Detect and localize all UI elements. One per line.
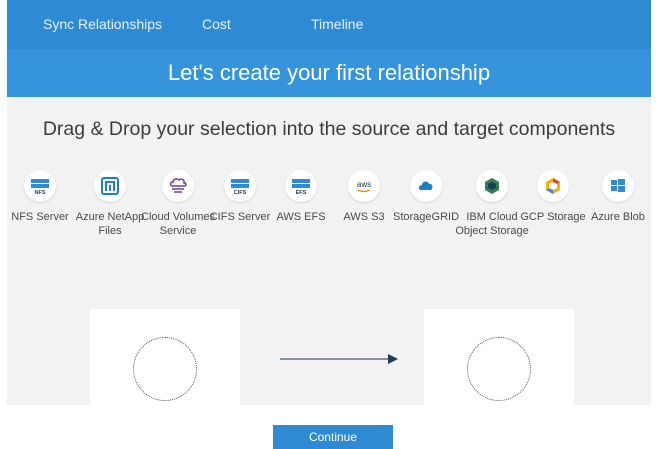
storagegrid-icon: [410, 170, 442, 202]
aws-s3-icon: aws: [348, 170, 380, 202]
app-window: Sync Relationships Cost Timeline Let's c…: [7, 0, 651, 449]
service-label: GCP Storage: [520, 211, 586, 223]
nfs-server-icon: NFS: [24, 170, 56, 202]
service-tile-azure-blob[interactable]: Azure Blob: [581, 170, 651, 225]
tab-sync-relationships[interactable]: Sync Relationships: [43, 16, 162, 32]
source-dropzone[interactable]: [90, 309, 240, 409]
page-title: Let's create your first relationship: [167, 60, 491, 85]
continue-button[interactable]: Continue: [273, 425, 393, 449]
svg-text:CIFS: CIFS: [234, 190, 247, 196]
ibm-cloud-icon: [476, 170, 508, 202]
service-label: StorageGRID: [392, 211, 460, 223]
svg-text:EFS: EFS: [296, 190, 307, 196]
service-label: Azure Blob: [591, 211, 645, 223]
service-tile-nfs-server[interactable]: NFS NFS Server: [7, 170, 77, 225]
svg-text:NFS: NFS: [35, 190, 46, 196]
service-label: Azure NetApp Files: [75, 211, 145, 237]
target-dropzone[interactable]: [424, 309, 574, 409]
azure-netapp-files-icon: [94, 170, 126, 202]
cifs-server-icon: CIFS: [224, 170, 256, 202]
tab-timeline[interactable]: Timeline: [311, 16, 363, 32]
top-navigation: Sync Relationships Cost Timeline: [7, 0, 651, 49]
service-tile-azure-netapp-files[interactable]: Azure NetApp Files: [73, 170, 147, 238]
svg-text:aws: aws: [357, 180, 371, 189]
service-tile-storagegrid[interactable]: StorageGRID: [389, 170, 463, 225]
gcp-storage-icon: [537, 170, 569, 202]
service-label: NFS Server: [11, 211, 69, 223]
aws-efs-icon: EFS: [285, 170, 317, 202]
cloud-volumes-icon: [162, 170, 194, 202]
source-drop-target[interactable]: [133, 337, 197, 401]
service-tile-gcp-storage[interactable]: GCP Storage: [516, 170, 590, 225]
arrow-right-icon: [280, 354, 398, 364]
target-drop-target[interactable]: [467, 337, 531, 401]
instruction-text: Drag & Drop your selection into the sour…: [42, 118, 616, 140]
tab-cost[interactable]: Cost: [202, 16, 231, 32]
azure-blob-icon: [602, 170, 634, 202]
page-header: Let's create your first relationship: [7, 49, 651, 97]
